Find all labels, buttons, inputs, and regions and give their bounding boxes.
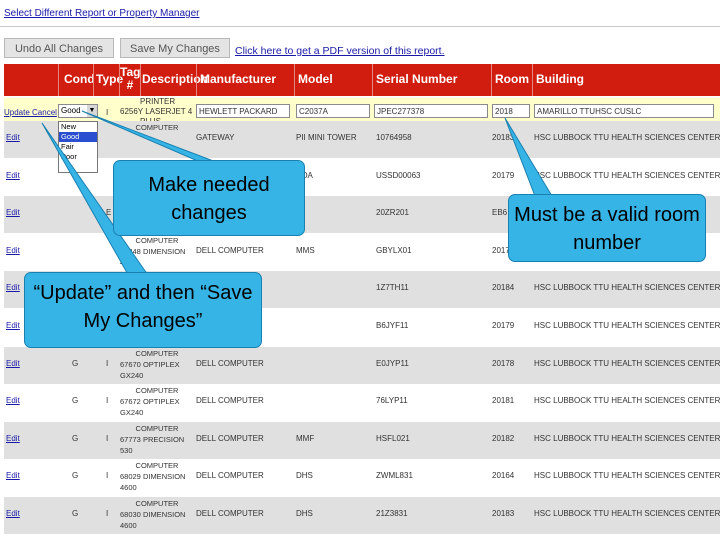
- callout-make-changes: Make needed changes: [113, 160, 305, 236]
- callout-valid-room: Must be a valid room number: [508, 194, 706, 262]
- tail-valid-room: [504, 117, 553, 197]
- tail-make-changes: [81, 110, 217, 163]
- callout-update-save: “Update” and then “Save My Changes”: [24, 272, 262, 348]
- callout-tails: [41, 110, 553, 279]
